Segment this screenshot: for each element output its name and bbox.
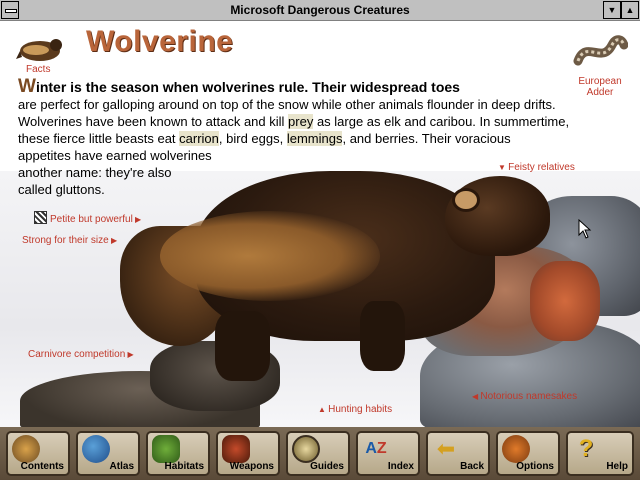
options-button[interactable]: Options	[496, 431, 560, 476]
article-line: are perfect for galloping around on top …	[18, 97, 556, 112]
lead-sentence: inter is the season when wolverines rule…	[35, 79, 460, 95]
contents-icon	[12, 435, 40, 463]
index-button[interactable]: AZ Index	[356, 431, 420, 476]
article-page: Facts Wolverine European Adder Winter is…	[0, 21, 640, 427]
article-text-span: , bird eggs,	[218, 131, 287, 146]
back-arrow-icon: ⬅	[436, 436, 456, 461]
options-icon	[502, 435, 530, 463]
drop-cap: W	[18, 76, 36, 97]
petite-but-powerful-label: Petite but powerful	[50, 214, 133, 225]
atlas-label: Atlas	[109, 461, 134, 472]
compass-icon	[292, 435, 320, 463]
title-bar: Microsoft Dangerous Creatures ▼ ▲	[0, 0, 640, 21]
facts-icon[interactable]	[14, 31, 66, 65]
mouse-cursor-icon	[578, 219, 592, 239]
weapons-label: Weapons	[229, 461, 274, 472]
notorious-namesakes-link[interactable]: ◀ Notorious namesakes	[472, 391, 577, 402]
lemmings-link[interactable]: lemmings	[286, 131, 343, 146]
index-icon: AZ	[365, 440, 387, 457]
habitats-label: Habitats	[164, 461, 204, 472]
article-text-span: as large as elk and caribou. In summerti…	[313, 114, 570, 129]
wolverine-photo-leg	[215, 311, 270, 381]
carrion-link[interactable]: carrion	[179, 131, 219, 146]
help-icon: ?	[578, 435, 594, 462]
prey-link[interactable]: prey	[288, 114, 314, 129]
minimize-button[interactable]: ▼	[603, 1, 621, 19]
guides-button[interactable]: Guides	[286, 431, 350, 476]
article-text-span: Wolverines have been known to attack and…	[18, 114, 289, 129]
index-label: Index	[387, 461, 414, 472]
carnivore-competition-link[interactable]: Carnivore competition ▶	[28, 349, 134, 360]
strong-for-their-size-label: Strong for their size	[22, 235, 109, 246]
plant-icon	[152, 435, 180, 463]
back-label: Back	[460, 461, 484, 472]
triangle-right-icon: ▶	[108, 236, 118, 245]
globe-icon	[82, 435, 110, 463]
article-text-span: these fierce little beasts eat	[18, 131, 180, 146]
article-text-span: , and berries. Their voracious	[342, 131, 511, 146]
article-text: Winter is the season when wolverines rul…	[18, 76, 618, 198]
feisty-relatives-label: Feisty relatives	[508, 162, 575, 173]
strong-for-their-size-link[interactable]: Strong for their size ▶	[22, 235, 117, 246]
facts-label[interactable]: Facts	[26, 64, 50, 75]
notorious-namesakes-label: Notorious namesakes	[480, 391, 578, 402]
help-button[interactable]: ? Help	[566, 431, 634, 476]
wolverine-photo-leg	[360, 301, 405, 371]
triangle-up-icon: ▲	[318, 405, 329, 414]
article-line: called gluttons.	[18, 182, 105, 197]
atlas-button[interactable]: Atlas	[76, 431, 140, 476]
options-label: Options	[516, 461, 554, 472]
triangle-right-icon: ▶	[125, 350, 134, 359]
petite-but-powerful-link[interactable]: Petite but powerful ▶	[34, 211, 141, 225]
contents-label: Contents	[20, 461, 64, 472]
weapons-button[interactable]: Weapons	[216, 431, 280, 476]
back-button[interactable]: ⬅ Back	[426, 431, 490, 476]
carnivore-competition-label: Carnivore competition	[28, 349, 126, 360]
help-label: Help	[606, 461, 628, 472]
hunting-habits-label: Hunting habits	[328, 404, 393, 415]
feisty-relatives-link[interactable]: ▼ Feisty relatives	[498, 162, 575, 173]
hunting-habits-link[interactable]: ▲ Hunting habits	[318, 404, 392, 415]
navigation-toolbar: Contents Atlas Habitats Weapons Guides A…	[0, 427, 640, 480]
triangle-down-icon: ▼	[498, 163, 509, 172]
page-title: Wolverine	[86, 25, 234, 58]
grid-icon	[34, 211, 47, 224]
habitats-button[interactable]: Habitats	[146, 431, 210, 476]
window-title: Microsoft Dangerous Creatures	[230, 3, 410, 17]
wolverine-photo-stripe	[160, 211, 380, 301]
snake-icon[interactable]	[572, 31, 628, 71]
triangle-right-icon: ▶	[132, 215, 142, 224]
guides-label: Guides	[310, 461, 344, 472]
weapons-icon	[222, 435, 250, 463]
contents-button[interactable]: Contents	[6, 431, 70, 476]
prey-carcass	[530, 261, 600, 341]
maximize-button[interactable]: ▲	[621, 1, 639, 19]
